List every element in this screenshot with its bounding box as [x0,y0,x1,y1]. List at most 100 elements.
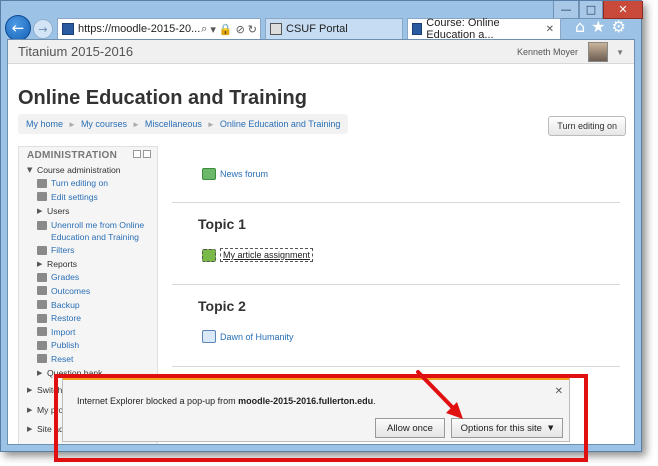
assignment-activity[interactable]: My article assignment [202,248,314,262]
moodle-header: Titanium 2015-2016 Kenneth Moyer ▼ [8,40,634,64]
item-label: Users [47,205,70,216]
page-link[interactable]: Dawn of Humanity [220,332,294,342]
topic-2-title: Topic 2 [198,298,246,314]
user-menu-caret-icon[interactable]: ▼ [616,48,624,57]
breadcrumb-separator-icon: ► [131,119,140,129]
page-activity[interactable]: Dawn of Humanity [202,330,294,343]
tab-label: CSUF Portal [286,23,348,35]
dropdown-icon[interactable]: ▾ [210,23,216,36]
breadcrumb-item[interactable]: Miscellaneous [145,119,202,129]
forward-button[interactable]: → [33,19,53,39]
address-url[interactable]: https://moodle-2015-20... [78,23,201,35]
address-bar[interactable]: https://moodle-2015-20... ⌕ ▾ 🔒 ⊘ ↻ [57,18,261,40]
filter-icon [37,245,47,255]
toolbar-icons: ⌂ ★ ⚙ [575,17,626,36]
collapsed-triangle-icon: ▶ [37,368,43,377]
annotation-highlight-box [54,374,588,462]
news-forum-link[interactable]: News forum [202,168,268,180]
admin-item-reset[interactable]: Reset [19,352,157,366]
site-name[interactable]: Titanium 2015-2016 [18,44,133,59]
item-label: Filters [51,245,75,256]
tab-favicon-icon [270,23,282,35]
admin-item-users[interactable]: ▶ Users [19,204,157,218]
section-divider [172,202,620,203]
item-label: Publish [51,340,80,351]
backup-icon [37,300,47,310]
collapsed-triangle-icon: ▶ [37,206,43,215]
breadcrumb-item[interactable]: My courses [81,119,127,129]
course-administration-node[interactable]: ▼ Course administration [19,163,157,177]
breadcrumb: My home ► My courses ► Miscellaneous ► O… [18,114,349,134]
item-label: Turn editing on [51,178,109,189]
block-controls [133,150,151,158]
page-document-icon [202,330,216,343]
gear-icon [37,192,47,202]
admin-item-restore[interactable]: Restore [19,311,157,325]
section-divider [172,284,620,285]
item-label: Reset [51,353,74,364]
restore-icon [37,313,47,323]
assignment-link[interactable]: My article assignment [220,248,314,262]
publish-icon [37,340,47,350]
settings-gear-icon[interactable]: ⚙ [612,17,626,36]
tab-label: Course: Online Education a... [426,17,500,41]
user-icon [37,221,47,231]
item-label: Import [51,326,76,337]
item-label: Restore [51,313,82,324]
node-label: Course administration [37,164,121,175]
lock-icon[interactable]: 🔒 [219,23,233,36]
user-name[interactable]: Kenneth Moyer [517,47,578,57]
import-icon [37,327,47,337]
stop-icon[interactable]: ⊘ [236,23,245,36]
item-label: Reports [47,258,78,269]
admin-block-title: ADMINISTRATION [27,150,118,161]
outcomes-icon [37,286,47,296]
admin-item-publish[interactable]: Publish [19,339,157,353]
admin-item-unenroll[interactable]: Unenroll me from Online Education and Tra… [19,217,157,243]
tab-favicon-icon [412,23,423,35]
dock-icon[interactable] [133,150,141,158]
admin-item-edit-settings[interactable]: Edit settings [19,190,157,204]
favorites-star-icon[interactable]: ★ [591,17,605,36]
reset-icon [37,354,47,364]
admin-block-header: ADMINISTRATION [19,147,157,163]
site-favicon-icon [62,23,74,35]
turn-editing-on-button[interactable]: Turn editing on [548,116,626,136]
item-label: Unenroll me from Online Education and Tra… [51,220,145,243]
avatar[interactable] [588,42,608,62]
news-forum-label: News forum [220,169,269,179]
forward-arrow-icon: → [38,22,48,36]
grades-icon [37,272,47,282]
collapsed-triangle-icon: ▶ [37,259,43,268]
search-icon[interactable]: ⌕ [201,22,207,36]
breadcrumb-item[interactable]: My home [26,119,63,129]
refresh-icon[interactable]: ↻ [248,23,257,36]
admin-item-outcomes[interactable]: Outcomes [19,284,157,298]
admin-item-grades[interactable]: Grades [19,271,157,285]
collapse-icon[interactable] [143,150,151,158]
admin-item-reports[interactable]: ▶ Reports [19,257,157,271]
breadcrumb-separator-icon: ► [206,119,215,129]
admin-item-turn-editing[interactable]: Turn editing on [19,177,157,191]
admin-item-backup[interactable]: Backup [19,298,157,312]
collapsed-triangle-icon: ▶ [27,386,33,395]
topic-1-title: Topic 1 [198,216,246,232]
item-label: Edit settings [51,191,98,202]
page-title: Online Education and Training [18,87,307,109]
home-icon[interactable]: ⌂ [575,17,585,36]
tab-csuf-portal[interactable]: CSUF Portal [265,18,403,39]
assignment-puzzle-icon [202,248,216,262]
admin-item-filters[interactable]: Filters [19,243,157,257]
collapsed-triangle-icon: ▶ [27,425,33,434]
tab-course[interactable]: Course: Online Education a... ✕ [407,17,561,41]
item-label: Backup [51,299,80,310]
forum-icon [202,168,216,180]
back-button[interactable]: ← [5,15,31,41]
item-label: Grades [51,272,80,283]
admin-item-import[interactable]: Import [19,325,157,339]
breadcrumb-item[interactable]: Online Education and Training [220,119,341,129]
close-tab-icon[interactable]: ✕ [546,24,554,35]
breadcrumb-separator-icon: ► [68,119,76,129]
section-divider [172,366,620,367]
item-label: Outcomes [51,285,91,296]
